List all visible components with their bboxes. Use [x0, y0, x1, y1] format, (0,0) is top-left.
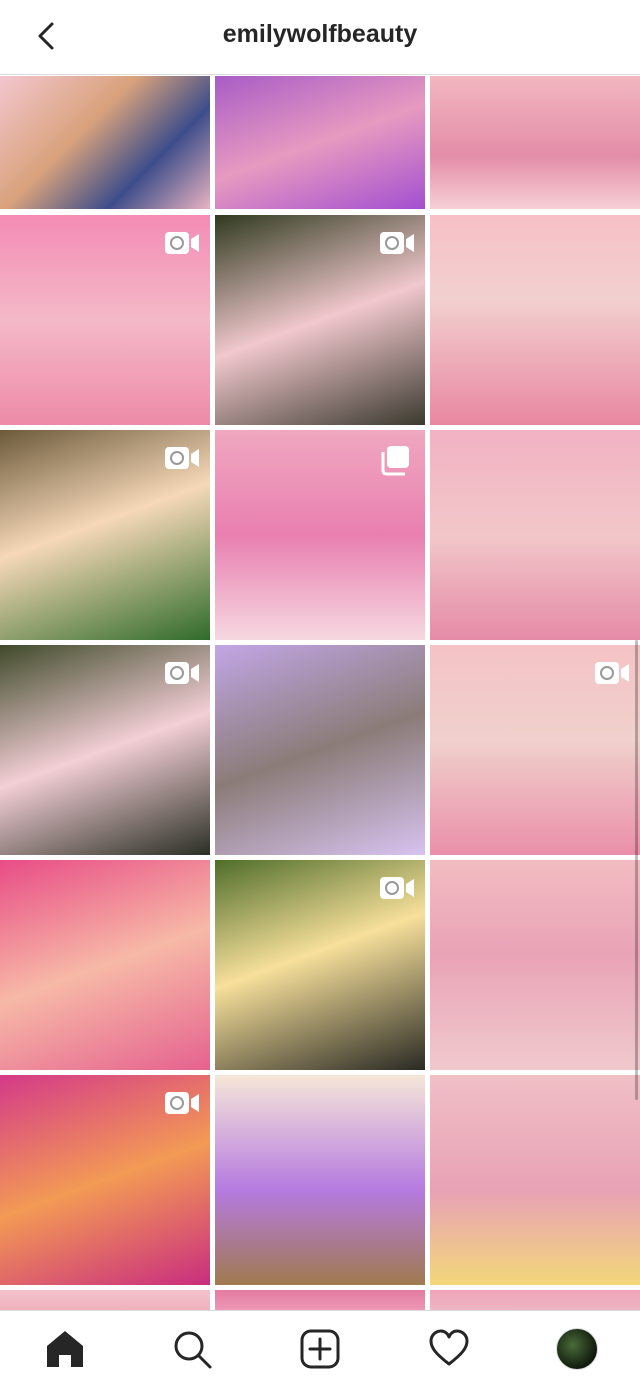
post-grid [0, 76, 640, 1310]
post-partial-3[interactable] [430, 1290, 640, 1310]
carousel-badge [379, 444, 415, 476]
heart-icon [429, 1329, 469, 1366]
post-purple-lips[interactable] [430, 76, 640, 209]
post-puppy-pajamas[interactable] [215, 76, 425, 209]
tab-home[interactable] [43, 1327, 87, 1371]
video-badge [164, 1089, 200, 1117]
post-partial-2[interactable] [215, 1290, 425, 1310]
post-axolotl-bowtie[interactable] [0, 645, 210, 855]
search-icon [174, 1331, 212, 1369]
post-dog-purple-wig[interactable] [215, 1075, 425, 1285]
profile-username-title: emilywolfbeauty [222, 20, 418, 48]
post-pink-hair-back[interactable] [215, 430, 425, 640]
video-badge [164, 229, 200, 257]
post-pencil-mustache[interactable] [0, 215, 210, 425]
tab-activity[interactable] [427, 1327, 471, 1371]
tab-create[interactable] [298, 1327, 342, 1371]
post-pink-portrait[interactable] [0, 860, 210, 1070]
post-gloss-lips[interactable] [430, 645, 640, 855]
post-axolotl-yellow[interactable] [215, 860, 425, 1070]
carousel-icon [381, 446, 409, 476]
video-icon [165, 662, 199, 684]
post-makeup-flatlay[interactable] [0, 76, 210, 209]
video-icon [165, 232, 199, 254]
video-icon [595, 662, 629, 684]
video-icon [165, 1092, 199, 1114]
post-cupcake-lips[interactable] [430, 215, 640, 425]
video-icon [380, 877, 414, 899]
bottom-tab-bar [0, 1310, 640, 1387]
post-axolotl-tophat[interactable] [0, 430, 210, 640]
video-badge [594, 659, 630, 687]
top-navigation-bar: emilywolfbeauty [0, 0, 640, 75]
post-partial-1[interactable] [0, 1290, 210, 1310]
avatar [556, 1328, 598, 1370]
post-tape-lips[interactable] [430, 1075, 640, 1285]
video-icon [380, 232, 414, 254]
tab-search[interactable] [170, 1327, 214, 1371]
video-badge [164, 444, 200, 472]
video-badge [379, 874, 415, 902]
post-dog-blanket[interactable] [215, 645, 425, 855]
video-icon [165, 447, 199, 469]
post-axolotl-plants[interactable] [215, 215, 425, 425]
post-popart-lips[interactable] [430, 430, 640, 640]
video-badge [379, 229, 415, 257]
add-post-icon [300, 1329, 340, 1369]
tab-profile[interactable] [555, 1327, 599, 1371]
post-biden-harris-lips[interactable] [430, 860, 640, 1070]
scrollbar[interactable] [635, 640, 638, 1100]
post-serum-glitter[interactable] [0, 1075, 210, 1285]
video-badge [164, 659, 200, 687]
home-icon [47, 1331, 83, 1367]
